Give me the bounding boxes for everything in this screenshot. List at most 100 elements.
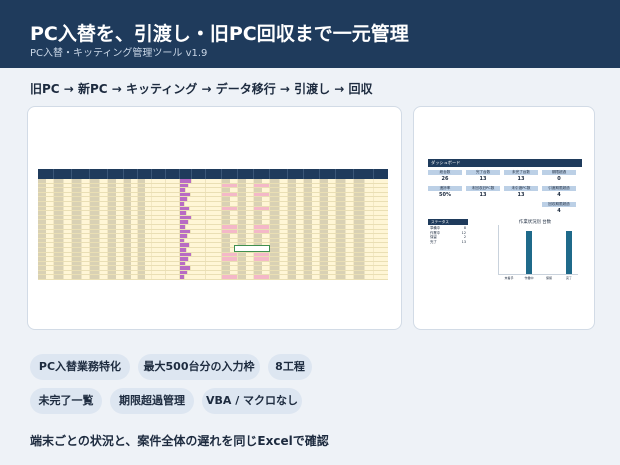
sheet-cell [270,211,288,215]
sheet-cell [90,183,108,188]
sheet-cell [72,252,90,257]
sheet-cell [238,261,254,266]
sheet-cell [336,183,354,188]
sheet-cell [108,229,124,234]
sheet-cell [304,261,320,266]
sheet-cell [138,243,152,247]
sheet-cell [304,188,320,192]
sheet-cell [206,224,222,229]
sheet-cell [336,224,354,229]
sheet-cell [222,270,238,275]
sheet-cell [108,211,124,215]
sheet-cell [124,179,138,183]
selected-cell [234,245,270,252]
hero-header: PC入替を、引渡し・旧PC回収まで一元管理 PC入替・キッティング管理ツール v… [0,0,620,68]
sheet-cell [238,220,254,224]
sheet-cell [288,215,304,220]
sheet-cell [254,192,270,197]
sheet-cell [238,229,254,234]
sheet-cell [354,238,374,243]
sheet-cell [354,192,374,197]
sheet-cell [336,179,354,183]
sheet-cell [304,234,320,238]
sheet-cell [206,206,222,211]
sheet-cell [288,206,304,211]
sheet-cell [238,234,254,238]
sheet-cell [90,257,108,261]
sheet-cell [152,197,166,201]
sheet-cell [90,266,108,270]
sheet-cell [320,188,336,192]
sheet-header-cell [270,169,288,179]
sheet-cell [124,243,138,247]
sheet-cell [124,183,138,188]
sheet-cell [108,188,124,192]
sheet-cell [124,224,138,229]
sheet-cell [222,224,238,229]
sheet-cell [124,275,138,280]
sheet-cell [108,238,124,243]
sheet-cell [90,275,108,280]
sheet-cell [354,257,374,261]
sheet-header-cell [138,169,152,179]
sheet-cell [166,179,180,183]
sheet-cell [238,257,254,261]
sheet-cell [320,252,336,257]
sheet-cell [138,197,152,201]
sheet-cell [354,247,374,252]
sheet-cell [206,234,222,238]
sheet-cell [72,192,90,197]
sheet-cell [152,211,166,215]
sheet-cell [180,252,192,257]
sheet-cell [90,247,108,252]
sheet-cell [180,192,191,197]
sheet-cell [54,243,72,247]
sheet-cell [206,261,222,266]
dashboard-preview-card: ダッシュボード 総台数 26 完了台数 13 未完了台数 13 期限超過 0 進捗率 50% 未回収… [413,106,595,330]
sheet-cell [152,224,166,229]
sheet-cell [354,234,374,238]
kpi-value: 13 [479,176,487,182]
sheet-cell [166,211,180,215]
sheet-cell [108,247,124,252]
sheet-header-cell [72,169,90,179]
sheet-cell [180,179,192,183]
sheet-cell [336,257,354,261]
sheet-cell [90,211,108,215]
workflow-steps: 旧PC → 新PC → キッティング → データ移行 → 引渡し → 回収 [30,82,373,96]
sheet-cell [124,215,138,220]
kpi-value: 26 [441,176,449,182]
sheet-cell [254,238,270,243]
sheet-cell [206,238,222,243]
sheet-cell [288,197,304,201]
sheet-cell [238,206,254,211]
sheet-cell [54,266,72,270]
sheet-cell [166,270,180,275]
sheet-cell [124,188,138,192]
sheet-cell [54,215,72,220]
sheet-cell [254,229,270,234]
status-count: 13 [461,239,466,244]
sheet-cell [72,188,90,192]
sheet-cell [354,206,374,211]
feature-chip-pc-replacement: PC入替業務特化 [30,354,130,380]
sheet-cell [288,252,304,257]
sheet-cell [222,179,238,183]
kpi-label: 未引渡PC数 [504,186,538,191]
sheet-cell [270,224,288,229]
sheet-cell [166,206,180,211]
sheet-cell [254,266,270,270]
sheet-cell [336,188,354,192]
sheet-cell [336,211,354,215]
sheet-header-cell [320,169,336,179]
sheet-cell [180,247,187,252]
sheet-cell [138,229,152,234]
sheet-cell [254,224,270,229]
sheet-cell [304,238,320,243]
sheet-cell [222,197,238,201]
sheet-cell [206,247,222,252]
sheet-cell [54,257,72,261]
sheet-header-cell [180,169,192,179]
kpi-value: 13 [517,192,525,198]
sheet-cell [222,206,238,211]
